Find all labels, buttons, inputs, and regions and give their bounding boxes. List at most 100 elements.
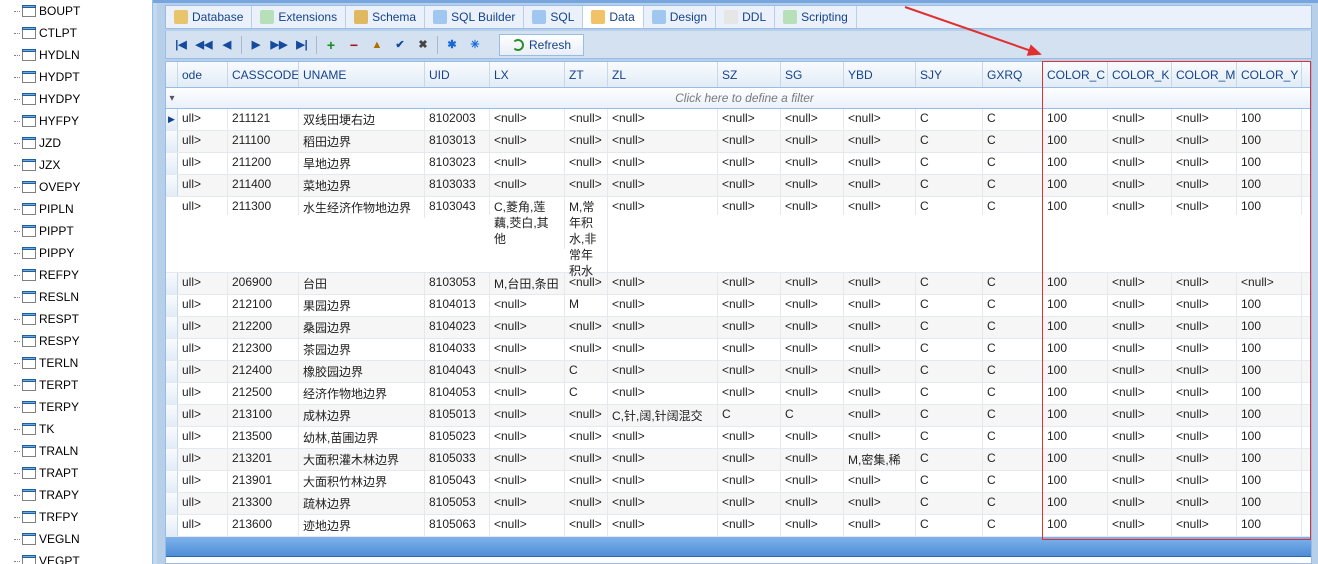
cell-sz[interactable]: <null>	[718, 339, 781, 360]
tree-item-trapt[interactable]: TRAPT	[0, 462, 152, 484]
cell-sg[interactable]: <null>	[781, 427, 844, 448]
cell-ck[interactable]: <null>	[1108, 317, 1172, 338]
col-header-ybd[interactable]: YBD	[844, 62, 916, 87]
cell-zt[interactable]: <null>	[565, 471, 608, 492]
col-header-uname[interactable]: UNAME	[299, 62, 425, 87]
cell-lx[interactable]: <null>	[490, 449, 565, 470]
cell-sjy[interactable]: C	[916, 515, 983, 536]
cell-sg[interactable]: <null>	[781, 493, 844, 514]
cell-gxrq[interactable]: C	[983, 493, 1043, 514]
table-row[interactable]: ull>213600迹地边界8105063<null><null><null><…	[166, 515, 1311, 537]
cell-cm[interactable]: <null>	[1172, 515, 1237, 536]
cell-zt[interactable]: <null>	[565, 109, 608, 130]
cell-ybd[interactable]: <null>	[844, 515, 916, 536]
cell-lx[interactable]: <null>	[490, 361, 565, 382]
table-row[interactable]: ull>211300水生经济作物地边界8103043C,菱角,莲藕,茭白,其他M…	[166, 197, 1311, 273]
cell-cc[interactable]: 100	[1043, 493, 1108, 514]
cell-cy[interactable]: 100	[1237, 153, 1302, 174]
cell-uid[interactable]: 8104013	[425, 295, 490, 316]
cell-cc[interactable]: 100	[1043, 109, 1108, 130]
cell-ybd[interactable]: M,密集,稀疏	[844, 449, 916, 470]
cell-sjy[interactable]: C	[916, 449, 983, 470]
cell-ck[interactable]: <null>	[1108, 471, 1172, 492]
cell-sg[interactable]: <null>	[781, 153, 844, 174]
cell-sz[interactable]: <null>	[718, 361, 781, 382]
cell-sz[interactable]: <null>	[718, 109, 781, 130]
cell-gxrq[interactable]: C	[983, 383, 1043, 404]
tree-item-jzx[interactable]: JZX	[0, 154, 152, 176]
cell-ck[interactable]: <null>	[1108, 273, 1172, 294]
cell-cm[interactable]: <null>	[1172, 295, 1237, 316]
cell-uid[interactable]: 8105063	[425, 515, 490, 536]
cell-uname[interactable]: 茶园边界	[299, 339, 425, 360]
cell-zl[interactable]: <null>	[608, 153, 718, 174]
cell-uid[interactable]: 8104053	[425, 383, 490, 404]
tree-item-boupt[interactable]: BOUPT	[0, 0, 152, 22]
cell-sg[interactable]: <null>	[781, 515, 844, 536]
cell-cass[interactable]: 213500	[228, 427, 299, 448]
cell-uid[interactable]: 8105023	[425, 427, 490, 448]
cell-zt[interactable]: <null>	[565, 405, 608, 426]
tree-item-respt[interactable]: RESPT	[0, 308, 152, 330]
cell-sz[interactable]: <null>	[718, 175, 781, 196]
cell-cy[interactable]: 100	[1237, 383, 1302, 404]
cell-ybd[interactable]: <null>	[844, 405, 916, 426]
table-row[interactable]: ull>212400橡胶园边界8104043<null>C<null><null…	[166, 361, 1311, 383]
tree-item-vegln[interactable]: VEGLN	[0, 528, 152, 550]
cell-zt[interactable]: <null>	[565, 317, 608, 338]
cell-ode[interactable]: ull>	[178, 339, 228, 360]
cell-zl[interactable]: <null>	[608, 339, 718, 360]
cell-ode[interactable]: ull>	[178, 153, 228, 174]
cell-sz[interactable]: <null>	[718, 317, 781, 338]
cell-cy[interactable]: 100	[1237, 405, 1302, 426]
cell-sg[interactable]: <null>	[781, 449, 844, 470]
cell-ybd[interactable]: <null>	[844, 109, 916, 130]
cell-ck[interactable]: <null>	[1108, 109, 1172, 130]
cell-sjy[interactable]: C	[916, 153, 983, 174]
table-row[interactable]: ull>206900台田8103053M,台田,条田<null><null><n…	[166, 273, 1311, 295]
cell-cy[interactable]: 100	[1237, 361, 1302, 382]
cell-zt[interactable]: C	[565, 361, 608, 382]
cell-gxrq[interactable]: C	[983, 153, 1043, 174]
cell-cy[interactable]: 100	[1237, 427, 1302, 448]
cell-ode[interactable]: ull>	[178, 427, 228, 448]
cell-ode[interactable]: ull>	[178, 131, 228, 152]
cell-ybd[interactable]: <null>	[844, 153, 916, 174]
cell-cc[interactable]: 100	[1043, 153, 1108, 174]
cell-cm[interactable]: <null>	[1172, 361, 1237, 382]
cell-sg[interactable]: <null>	[781, 361, 844, 382]
cell-cc[interactable]: 100	[1043, 175, 1108, 196]
cell-zl[interactable]: <null>	[608, 515, 718, 536]
col-header-uid[interactable]: UID	[425, 62, 490, 87]
cell-ybd[interactable]: <null>	[844, 471, 916, 492]
tree-item-ctlpt[interactable]: CTLPT	[0, 22, 152, 44]
cell-uname[interactable]: 迹地边界	[299, 515, 425, 536]
tab-extensions[interactable]: Extensions	[252, 6, 346, 28]
table-row[interactable]: ull>211400菜地边界8103033<null><null><null><…	[166, 175, 1311, 197]
cell-ode[interactable]: ull>	[178, 515, 228, 536]
table-row[interactable]: ull>213201大面积灌木林边界8105033<null><null><nu…	[166, 449, 1311, 471]
cell-uid[interactable]: 8105013	[425, 405, 490, 426]
cell-zt[interactable]: <null>	[565, 449, 608, 470]
cell-cc[interactable]: 100	[1043, 339, 1108, 360]
cell-uid[interactable]: 8104033	[425, 339, 490, 360]
cell-ck[interactable]: <null>	[1108, 339, 1172, 360]
nav-last-button[interactable]: ▶|	[291, 35, 313, 55]
tab-scripting[interactable]: Scripting	[775, 6, 857, 28]
data-grid[interactable]: ode CASSCODE UNAME UID LX ZT ZL SZ SG YB…	[165, 61, 1312, 564]
cell-gxrq[interactable]: C	[983, 109, 1043, 130]
cell-zt[interactable]: <null>	[565, 153, 608, 174]
cell-lx[interactable]: <null>	[490, 153, 565, 174]
cell-sg[interactable]: <null>	[781, 197, 844, 215]
filter-row[interactable]: ▾ Click here to define a filter	[166, 88, 1311, 109]
cell-uname[interactable]: 台田	[299, 273, 425, 294]
cell-cc[interactable]: 100	[1043, 317, 1108, 338]
cell-sg[interactable]: <null>	[781, 295, 844, 316]
tree-item-trapy[interactable]: TRAPY	[0, 484, 152, 506]
tab-sql-builder[interactable]: SQL Builder	[425, 6, 524, 28]
cell-ode[interactable]: ull>	[178, 405, 228, 426]
cell-ode[interactable]: ull>	[178, 109, 228, 130]
cell-cass[interactable]: 213901	[228, 471, 299, 492]
cell-cass[interactable]: 212500	[228, 383, 299, 404]
tree-item-pippy[interactable]: PIPPY	[0, 242, 152, 264]
